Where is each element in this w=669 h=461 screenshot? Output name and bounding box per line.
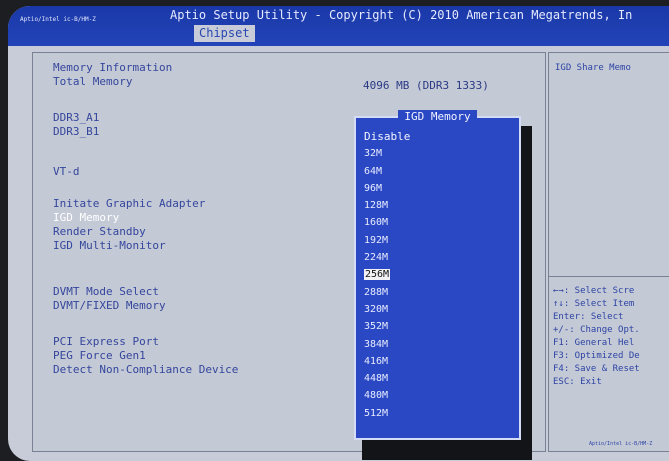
- option-list: Disable 32M 64M 96M 128M 160M 192M 224M …: [364, 128, 410, 422]
- option-256m-selected[interactable]: 256M: [364, 266, 410, 283]
- ddr3-b1-label: DDR3_B1: [53, 125, 100, 138]
- tab-chipset[interactable]: Chipset: [194, 25, 255, 42]
- option-320m[interactable]: 320M: [364, 301, 410, 318]
- popup-title-text: IGD Memory: [398, 110, 477, 123]
- title-bar: Aptio/Intel ic-B/HM-Z Aptio Setup Utilit…: [8, 6, 669, 46]
- option-416m[interactable]: 416M: [364, 353, 410, 370]
- igd-multi-monitor-setting[interactable]: IGD Multi-Monitor: [53, 239, 166, 252]
- key-hint: F4: Save & Reset: [553, 364, 640, 374]
- bios-id-text: Aptio/Intel ic-B/HM-Z: [20, 16, 96, 23]
- option-512m[interactable]: 512M: [364, 405, 410, 422]
- option-288m[interactable]: 288M: [364, 284, 410, 301]
- peg-force-gen1-setting[interactable]: PEG Force Gen1: [53, 349, 146, 362]
- key-hint: F3: Optimized De: [553, 351, 640, 361]
- bios-screen: Aptio/Intel ic-B/HM-Z Aptio Setup Utilit…: [8, 6, 669, 461]
- key-hint: +/-: Change Opt.: [553, 325, 640, 335]
- popup-title: IGD Memory: [356, 110, 519, 123]
- key-legend: ←→: Select Scre ↑↓: Select Item Enter: S…: [553, 285, 640, 389]
- option-448m[interactable]: 448M: [364, 370, 410, 387]
- detect-non-compliance-setting[interactable]: Detect Non-Compliance Device: [53, 363, 238, 376]
- option-224m[interactable]: 224M: [364, 249, 410, 266]
- total-memory-label: Total Memory: [53, 75, 133, 88]
- key-hint: ←→: Select Scre: [553, 286, 635, 296]
- initiate-graphic-adapter-setting[interactable]: Initate Graphic Adapter: [53, 197, 205, 210]
- help-panel: IGD Share Memo ←→: Select Scre ↑↓: Selec…: [548, 52, 669, 452]
- igd-memory-setting[interactable]: IGD Memory: [53, 211, 119, 224]
- setup-title: Aptio Setup Utility - Copyright (C) 2010…: [170, 8, 633, 22]
- option-96m[interactable]: 96M: [364, 180, 410, 197]
- option-128m[interactable]: 128M: [364, 197, 410, 214]
- pci-express-port-setting[interactable]: PCI Express Port: [53, 335, 159, 348]
- option-disable[interactable]: Disable: [364, 128, 410, 145]
- option-32m[interactable]: 32M: [364, 145, 410, 162]
- help-text: IGD Share Memo: [555, 63, 631, 73]
- option-480m[interactable]: 480M: [364, 387, 410, 404]
- total-memory-value: 4096 MB (DDR3 1333): [363, 79, 489, 92]
- option-64m[interactable]: 64M: [364, 163, 410, 180]
- render-standby-setting[interactable]: Render Standby: [53, 225, 146, 238]
- option-352m[interactable]: 352M: [364, 318, 410, 335]
- key-hint: ↑↓: Select Item: [553, 299, 635, 309]
- option-192m[interactable]: 192M: [364, 232, 410, 249]
- option-384m[interactable]: 384M: [364, 336, 410, 353]
- vt-d-setting[interactable]: VT-d: [53, 165, 80, 178]
- dvmt-fixed-memory-setting[interactable]: DVMT/FIXED Memory: [53, 299, 166, 312]
- key-hint: Enter: Select: [553, 312, 624, 322]
- footer-text: Aptio/Intel ic-B/HM-Z: [589, 441, 653, 447]
- memory-information-heading: Memory Information: [53, 61, 173, 74]
- help-area: IGD Share Memo: [549, 53, 669, 277]
- igd-memory-popup[interactable]: IGD Memory Disable 32M 64M 96M 128M 160M…: [354, 110, 521, 440]
- option-160m[interactable]: 160M: [364, 214, 410, 231]
- key-hint: ESC: Exit: [553, 377, 602, 387]
- key-hint: F1: General Hel: [553, 338, 635, 348]
- dvmt-mode-select-setting[interactable]: DVMT Mode Select: [53, 285, 159, 298]
- ddr3-a1-label: DDR3_A1: [53, 111, 100, 124]
